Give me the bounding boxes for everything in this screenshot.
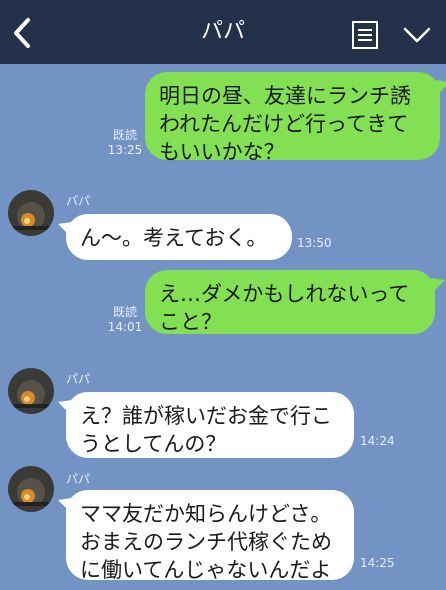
- read-receipt: 既読 14:01: [107, 305, 143, 335]
- bubble-tail: [58, 498, 72, 512]
- chat-title: パパ: [200, 19, 245, 44]
- read-receipt: 既読 13:25: [107, 128, 143, 158]
- notes-button[interactable]: [351, 20, 379, 50]
- avatar[interactable]: [8, 190, 54, 236]
- sender-name: パパ: [66, 372, 91, 386]
- avatar-photo: [8, 190, 54, 236]
- sender-name: パパ: [66, 472, 91, 486]
- more-button[interactable]: [402, 24, 432, 46]
- avatar[interactable]: [8, 466, 54, 512]
- bubble-tail: [436, 80, 446, 94]
- bubble-tail: [431, 278, 445, 292]
- read-status: 既読: [112, 128, 137, 142]
- timestamp: 14:01: [107, 320, 143, 334]
- read-status: 既読: [112, 305, 137, 319]
- message-bubble-outgoing[interactable]: え…ダメかもしれないってこと？: [145, 270, 435, 334]
- message-bubble-incoming[interactable]: ん〜。考えておく。: [66, 214, 292, 260]
- timestamp: 14:25: [360, 556, 395, 570]
- avatar[interactable]: [8, 368, 54, 414]
- chevron-down-icon: [403, 27, 431, 43]
- timestamp: 13:25: [107, 143, 143, 157]
- avatar-photo: [8, 466, 54, 512]
- message-bubble-incoming[interactable]: ママ友だか知らんけどさ。おまえのランチ代稼ぐために働いてんじゃないんだよ: [66, 490, 354, 582]
- sender-name: パパ: [66, 194, 91, 208]
- bubble-tail: [58, 222, 72, 236]
- message-bubble-incoming[interactable]: え？誰が稼いだお金で行こうとしてんの？: [66, 392, 354, 458]
- bubble-tail: [58, 400, 72, 414]
- timestamp: 14:24: [360, 434, 395, 448]
- chat-header: パパ: [0, 0, 446, 64]
- message-bubble-outgoing[interactable]: 明日の昼、友達にランチ誘われたんだけど行ってきてもいいかな？: [145, 72, 440, 164]
- avatar-photo: [8, 368, 54, 414]
- note-list-icon: [352, 21, 378, 49]
- timestamp: 13:50: [297, 236, 332, 250]
